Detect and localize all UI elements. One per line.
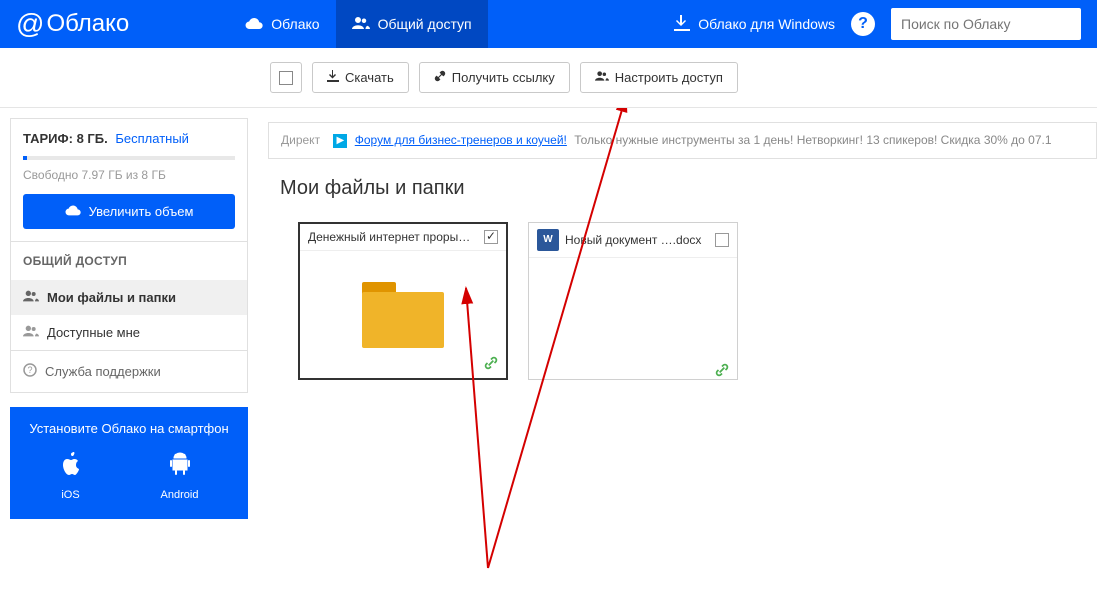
ad-label: Директ: [281, 133, 320, 147]
upgrade-button[interactable]: Увеличить объем: [23, 194, 235, 229]
link-icon: [434, 70, 446, 85]
main-content: Директ ▶ Форум для бизнес-тренеров и коу…: [248, 108, 1097, 519]
at-icon: @: [16, 8, 44, 40]
file-checkbox[interactable]: [715, 233, 729, 247]
tariff-box: ТАРИФ: 8 ГБ. Бесплатный Свободно 7.97 ГБ…: [10, 118, 248, 242]
sidebar-item-available[interactable]: Доступные мне: [11, 315, 247, 350]
shared-link-icon: [484, 356, 498, 373]
file-card-folder[interactable]: Денежный интернет проры…: [298, 222, 508, 380]
android-icon: [169, 452, 191, 481]
android-label: Android: [161, 489, 199, 501]
page-title: Мои файлы и папки: [280, 177, 1097, 200]
file-name: Новый документ ….docx: [565, 233, 709, 247]
windows-link-label: Облако для Windows: [698, 16, 835, 32]
file-checkbox[interactable]: [484, 230, 498, 244]
cloud-icon: [65, 204, 81, 219]
my-files-label: Мои файлы и папки: [47, 290, 176, 305]
upgrade-label: Увеличить объем: [89, 204, 194, 219]
nav-shared[interactable]: Общий доступ: [336, 0, 488, 48]
search-box[interactable]: [891, 8, 1081, 40]
logo-text: Облако: [46, 10, 129, 38]
ad-text: Только нужные инструменты за 1 день! Нет…: [574, 133, 1051, 147]
help-icon[interactable]: ?: [851, 12, 875, 36]
nav-cloud-label: Облако: [271, 16, 319, 32]
configure-access-button[interactable]: Настроить доступ: [580, 62, 738, 93]
promo-box: Установите Облако на смартфон iOS Androi…: [10, 407, 248, 519]
tariff-label: ТАРИФ:: [23, 131, 73, 146]
configure-access-label: Настроить доступ: [615, 70, 723, 85]
people-icon: [23, 290, 39, 305]
word-icon: W: [537, 229, 559, 251]
nav: Облако Общий доступ: [229, 0, 487, 48]
get-link-label: Получить ссылку: [452, 70, 555, 85]
people-icon: [23, 325, 39, 340]
file-header: W Новый документ ….docx: [529, 223, 737, 258]
sidebar: ТАРИФ: 8 ГБ. Бесплатный Свободно 7.97 ГБ…: [0, 108, 248, 519]
promo-icons: iOS Android: [20, 452, 238, 501]
file-body: [300, 251, 506, 379]
svg-text:?: ?: [27, 365, 32, 375]
nav-shared-label: Общий доступ: [378, 16, 472, 32]
shared-section-title: ОБЩИЙ ДОСТУП: [11, 242, 247, 280]
download-button[interactable]: Скачать: [312, 62, 409, 93]
apple-icon: [60, 452, 82, 481]
shared-link-icon: [715, 363, 729, 380]
file-card-document[interactable]: W Новый документ ….docx: [528, 222, 738, 380]
question-icon: ?: [23, 363, 37, 380]
tariff-line: ТАРИФ: 8 ГБ. Бесплатный: [23, 131, 235, 146]
download-icon: [327, 70, 339, 85]
tariff-plan-link[interactable]: Бесплатный: [115, 131, 189, 146]
cloud-icon: [245, 16, 263, 33]
app-header: @ Облако Облако Общий доступ Облако для …: [0, 0, 1097, 48]
ad-bar: Директ ▶ Форум для бизнес-тренеров и коу…: [268, 122, 1097, 159]
available-label: Доступные мне: [47, 325, 140, 340]
support-label: Служба поддержки: [45, 364, 161, 379]
sidebar-shared-section: ОБЩИЙ ДОСТУП Мои файлы и папки Доступные…: [10, 242, 248, 351]
android-link[interactable]: Android: [161, 452, 199, 501]
logo[interactable]: @ Облако: [16, 8, 129, 40]
file-header: Денежный интернет проры…: [300, 224, 506, 251]
storage-progress: [23, 156, 235, 160]
folder-icon: [362, 282, 444, 348]
nav-cloud[interactable]: Облако: [229, 0, 335, 48]
select-all-checkbox[interactable]: [270, 62, 302, 93]
header-right: Облако для Windows ?: [674, 8, 1081, 40]
download-icon: [674, 15, 690, 34]
free-space-text: Свободно 7.97 ГБ из 8 ГБ: [23, 168, 235, 182]
tariff-size: 8 ГБ.: [77, 131, 108, 146]
sidebar-item-my-files[interactable]: Мои файлы и папки: [11, 280, 247, 315]
file-grid: Денежный интернет проры… W Но: [268, 222, 1097, 380]
body: ТАРИФ: 8 ГБ. Бесплатный Свободно 7.97 ГБ…: [0, 108, 1097, 519]
search-input[interactable]: [901, 16, 1071, 32]
get-link-button[interactable]: Получить ссылку: [419, 62, 570, 93]
ios-label: iOS: [61, 489, 79, 501]
toolbar: Скачать Получить ссылку Настроить доступ: [0, 48, 1097, 108]
ios-link[interactable]: iOS: [60, 452, 82, 501]
promo-title: Установите Облако на смартфон: [20, 421, 238, 436]
ad-arrow-icon: ▶: [333, 134, 347, 148]
windows-download-link[interactable]: Облако для Windows: [674, 15, 835, 34]
checkbox-icon: [279, 71, 293, 85]
ad-link[interactable]: Форум для бизнес-тренеров и коучей!: [355, 133, 567, 147]
people-icon: [352, 16, 370, 33]
support-link[interactable]: ? Служба поддержки: [10, 351, 248, 393]
file-name: Денежный интернет проры…: [308, 230, 478, 244]
download-label: Скачать: [345, 70, 394, 85]
people-icon: [595, 70, 609, 85]
file-body: [529, 258, 737, 386]
